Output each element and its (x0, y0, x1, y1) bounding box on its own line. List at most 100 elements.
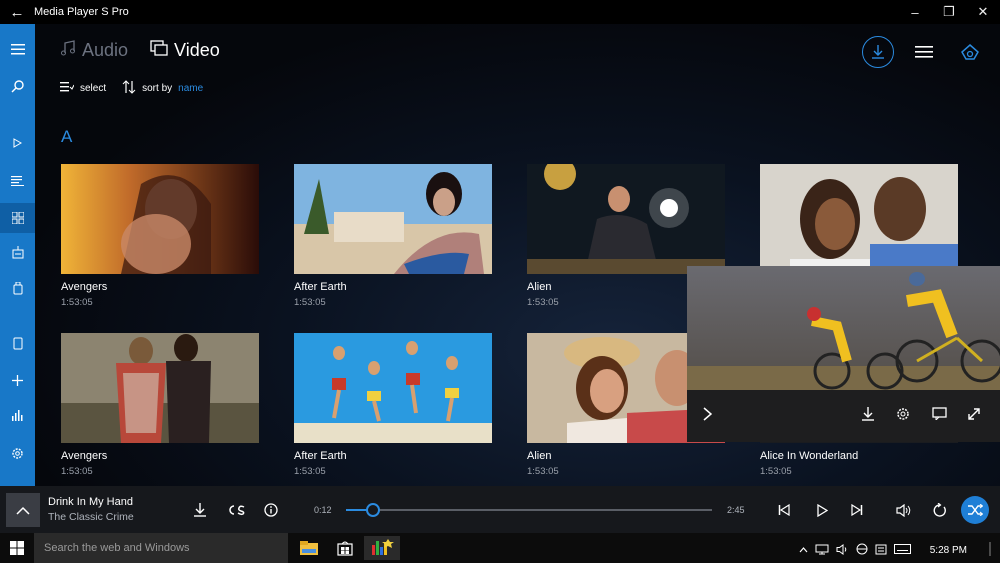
video-title: After Earth (294, 281, 347, 293)
video-duration: 1:53:05 (760, 466, 792, 477)
volume-icon[interactable] (894, 500, 914, 520)
video-title: Avengers (61, 450, 108, 462)
sort-button[interactable]: sort by name (122, 80, 203, 97)
total-time: 2:45 (727, 505, 745, 515)
video-title: Alien (527, 450, 552, 462)
network-icon[interactable] (0, 237, 35, 267)
video-card[interactable]: After Earth 1:53:05 (294, 164, 492, 308)
now-playing-title: Drink In My Hand (48, 496, 133, 508)
store-icon[interactable] (327, 536, 363, 560)
cloud-share-icon[interactable] (954, 36, 986, 68)
tab-video[interactable]: Video (150, 40, 220, 61)
next-track-icon[interactable] (847, 500, 867, 520)
tab-audio[interactable]: Audio (60, 40, 128, 61)
settings-gear-icon[interactable] (0, 438, 35, 468)
close-button[interactable]: ✕ (966, 0, 1000, 24)
video-duration: 1:53:05 (61, 297, 93, 308)
info-icon[interactable] (261, 500, 281, 520)
mini-video-player[interactable] (687, 266, 1000, 442)
search-icon[interactable] (0, 71, 35, 101)
taskbar-search-input[interactable]: Search the web and Windows (34, 533, 288, 563)
chevron-right-icon[interactable] (703, 407, 713, 426)
video-duration: 1:53:05 (61, 466, 93, 477)
settings-gear-icon[interactable] (896, 407, 910, 426)
show-desktop-icon[interactable] (988, 542, 992, 559)
device-icon[interactable] (0, 328, 35, 358)
action-center-icon[interactable] (875, 544, 887, 558)
video-duration: 1:53:05 (294, 466, 326, 477)
download-icon[interactable] (190, 500, 210, 520)
expand-player-button[interactable] (6, 493, 40, 527)
windows-logo-icon (10, 541, 24, 555)
playlist-icon[interactable] (0, 166, 35, 196)
windows-start-button[interactable] (0, 533, 34, 563)
fullscreen-icon[interactable] (967, 407, 981, 426)
sort-arrows-icon (122, 80, 136, 97)
back-button[interactable]: ← (0, 0, 34, 24)
mini-player-controls (687, 390, 1000, 442)
sort-value: name (178, 83, 204, 94)
now-playing-bar: Drink In My Hand The Classic Crime 0:12 … (0, 486, 1000, 533)
hamburger-menu-icon[interactable] (0, 34, 35, 64)
video-thumbnail (294, 333, 492, 443)
now-playing-artist: The Classic Crime (48, 511, 134, 523)
language-icon[interactable] (856, 543, 868, 558)
music-note-icon (60, 40, 76, 61)
video-title: Avengers (61, 281, 108, 293)
select-button[interactable]: select (60, 82, 106, 95)
taskbar: Search the web and Windows 5:28 PM (0, 533, 1000, 563)
network-icon[interactable] (815, 544, 829, 558)
video-duration: 1:53:05 (294, 297, 326, 308)
title-bar: ← Media Player S Pro – ❐ ✕ (0, 0, 1000, 24)
sort-label: sort by (142, 83, 173, 94)
video-title: Alice In Wonderland (760, 450, 859, 462)
download-button[interactable] (862, 36, 894, 68)
select-label: select (80, 83, 107, 94)
video-thumbnail (294, 164, 492, 274)
video-thumbnail (760, 164, 958, 274)
video-thumbnail (61, 164, 259, 274)
tab-audio-label: Audio (82, 40, 129, 60)
system-tray: 5:28 PM (799, 542, 992, 559)
tab-video-label: Video (174, 40, 220, 60)
volume-icon[interactable] (836, 543, 849, 558)
equalizer-icon[interactable] (0, 400, 35, 430)
media-player-app-icon[interactable] (364, 536, 400, 560)
seek-bar-thumb[interactable] (365, 503, 380, 517)
video-card[interactable]: After Earth 1:53:05 (294, 333, 492, 477)
repeat-icon[interactable] (929, 500, 949, 520)
select-list-icon (60, 82, 75, 95)
keyboard-icon[interactable] (893, 544, 911, 557)
subtitles-icon[interactable] (932, 407, 947, 425)
section-letter-a: A (61, 127, 73, 146)
elapsed-time: 0:12 (314, 505, 332, 515)
film-icon (150, 40, 168, 61)
add-icon[interactable] (0, 365, 35, 395)
video-title: After Earth (294, 450, 347, 462)
previous-track-icon[interactable] (774, 500, 794, 520)
minimize-button[interactable]: – (898, 0, 932, 24)
shuffle-button[interactable] (961, 496, 989, 524)
file-explorer-icon[interactable] (291, 536, 327, 560)
video-thumbnail (61, 333, 259, 443)
download-icon[interactable] (862, 407, 874, 426)
shuffle-icon (967, 504, 983, 516)
video-duration: 1:53:05 (527, 466, 559, 477)
video-card[interactable]: Avengers 1:53:05 (61, 333, 259, 477)
video-card[interactable] (760, 164, 958, 281)
lastfm-icon[interactable] (225, 500, 247, 520)
taskbar-clock[interactable]: 5:28 PM (930, 545, 967, 556)
usb-drive-icon[interactable] (0, 273, 35, 303)
video-thumbnail (527, 164, 725, 274)
chevron-up-icon[interactable] (799, 545, 808, 556)
play-icon[interactable] (812, 500, 832, 520)
seek-bar[interactable] (346, 503, 712, 517)
video-card[interactable]: Avengers 1:53:05 (61, 164, 259, 308)
restore-button[interactable]: ❐ (932, 0, 966, 24)
app-window: ← Media Player S Pro – ❐ ✕ Audio Video s… (0, 0, 1000, 533)
play-icon[interactable] (0, 128, 35, 158)
library-grid-icon[interactable] (0, 203, 35, 233)
list-view-icon[interactable] (908, 36, 940, 68)
chevron-up-icon (16, 506, 30, 515)
sidebar (0, 24, 35, 486)
